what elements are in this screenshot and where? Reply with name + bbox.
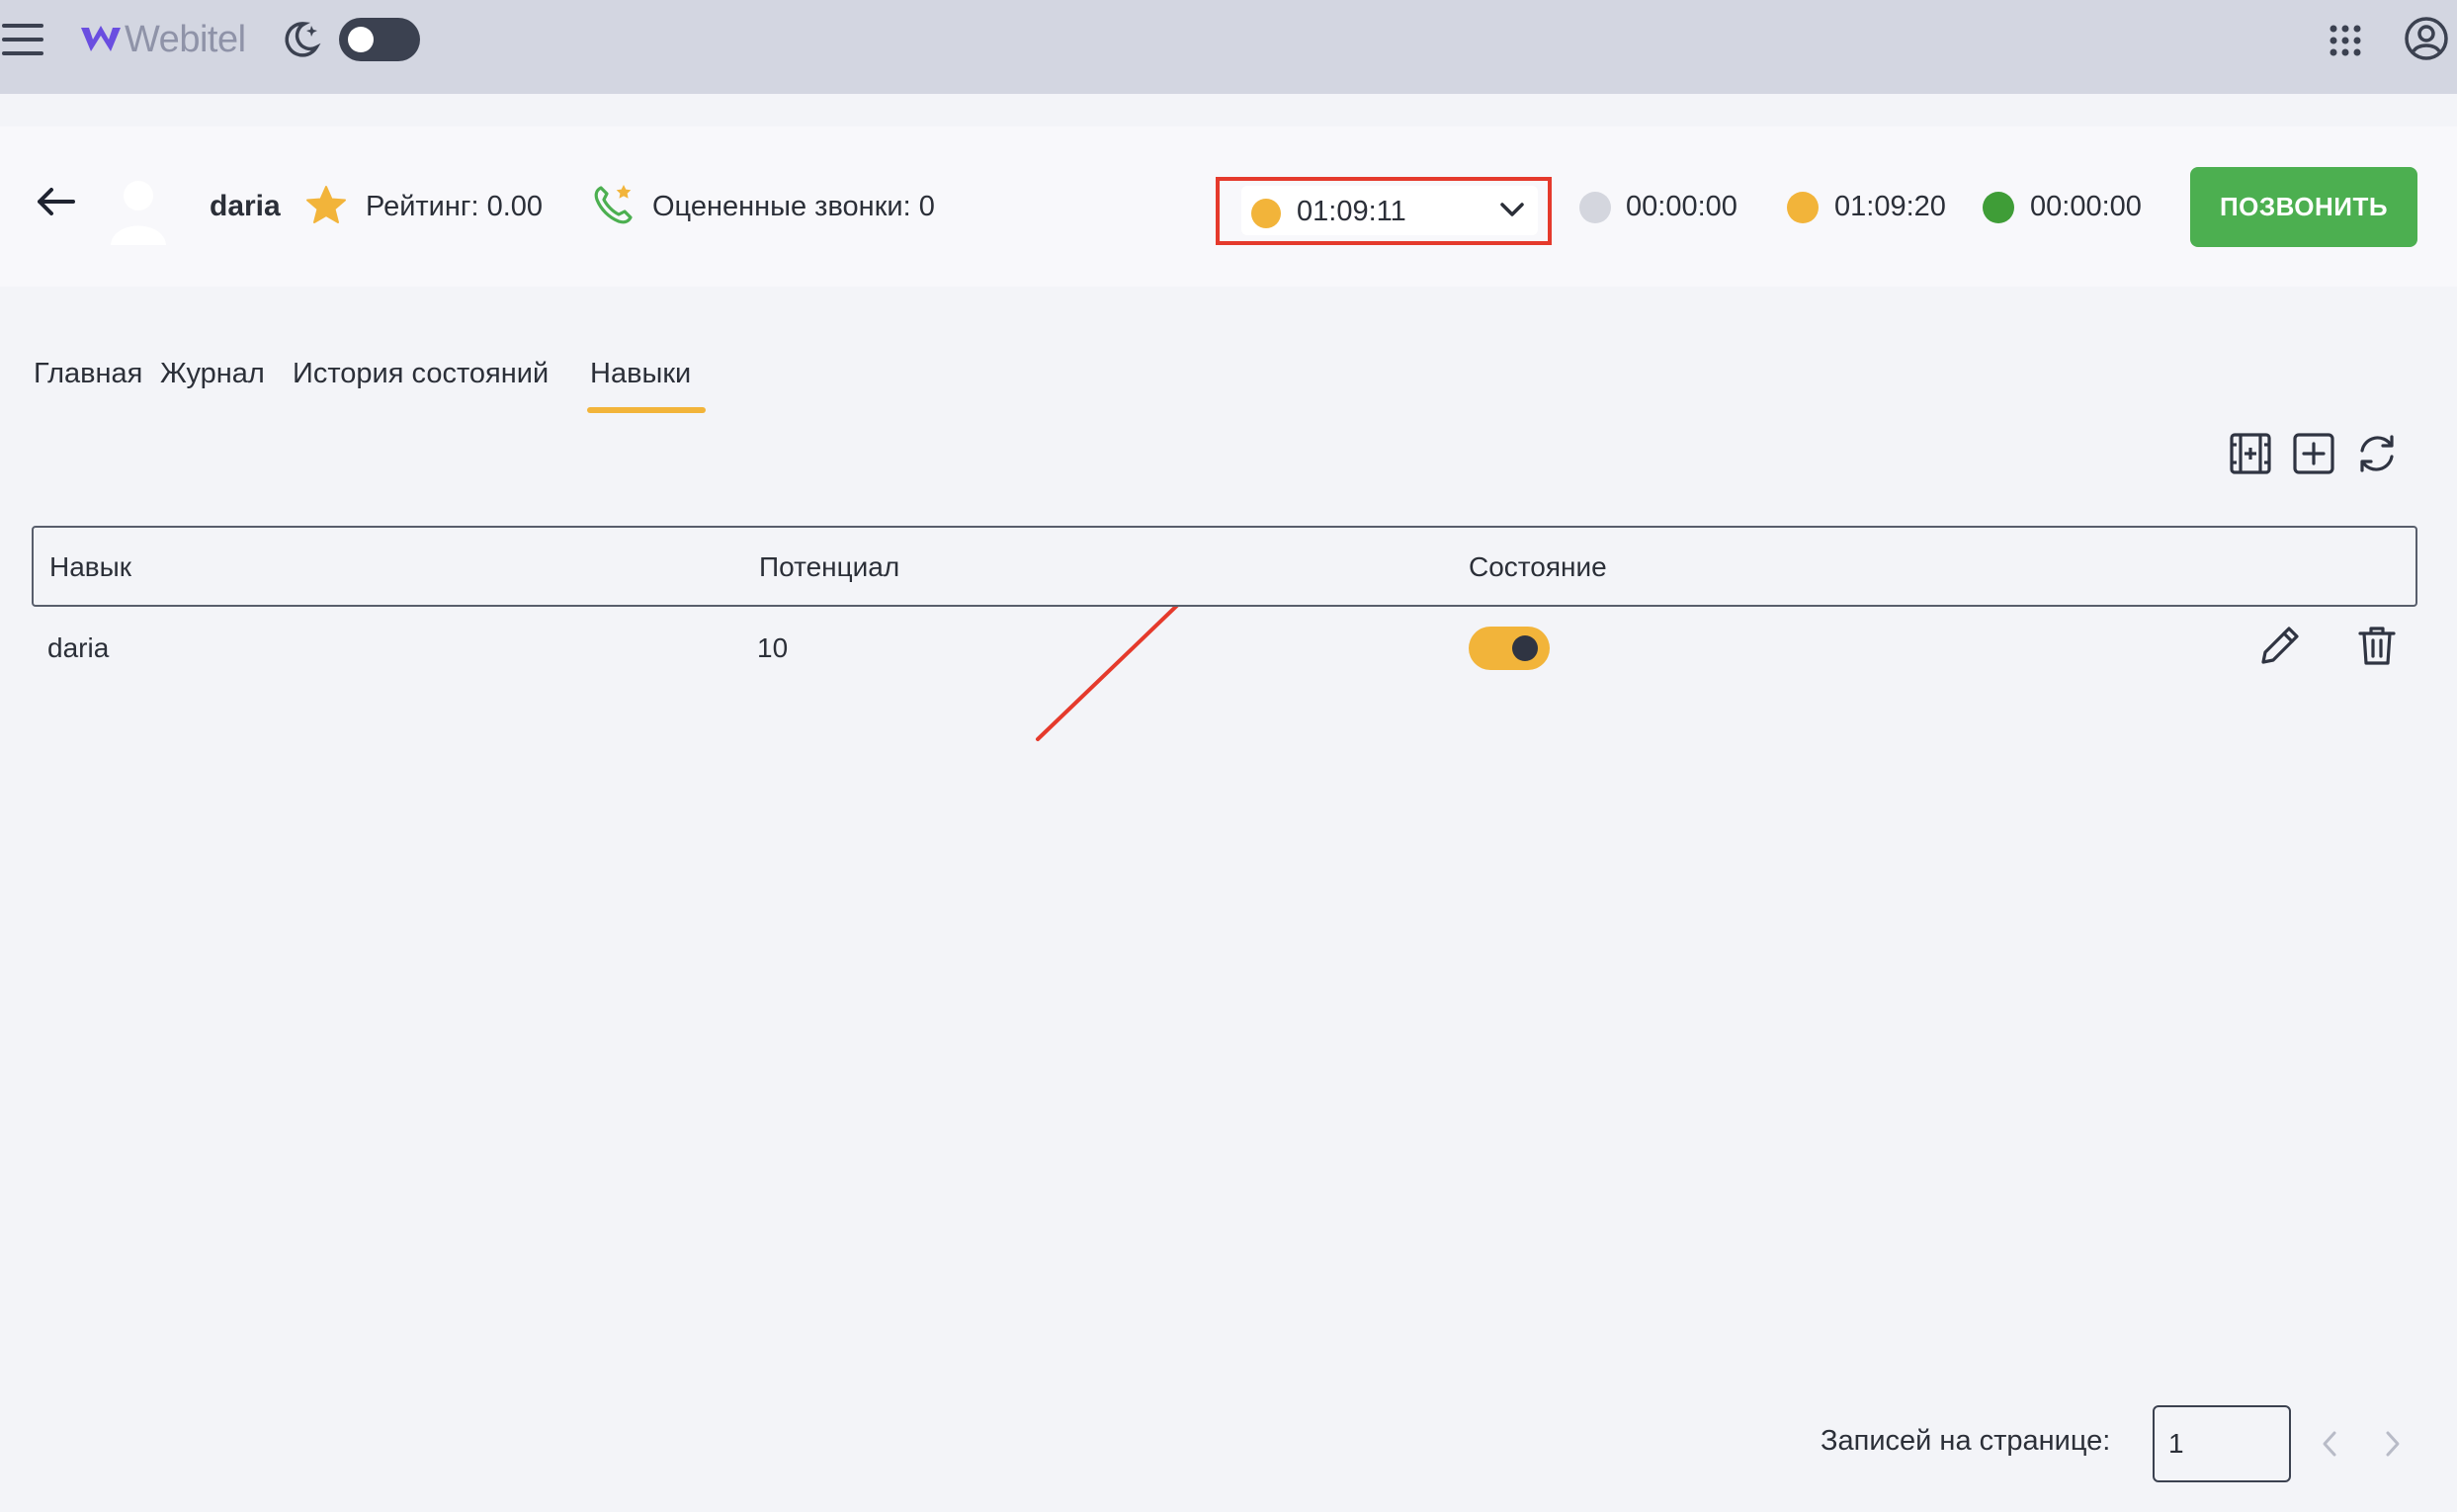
theme-toggle[interactable]	[339, 18, 420, 61]
agent-rating: Рейтинг: 0.00	[366, 191, 544, 222]
column-header-state[interactable]: Состояние	[1469, 551, 1607, 583]
table-header: Навык Потенциал Состояние	[32, 526, 2417, 607]
top-bar: Webitel	[0, 0, 2457, 94]
back-arrow-icon[interactable]	[36, 186, 75, 217]
chevron-down-icon	[1500, 203, 1524, 216]
agent-name: daria	[210, 190, 281, 222]
rated-calls: Оцененные звонки: 0	[652, 191, 935, 222]
status-select[interactable]: 01:09:11	[1241, 186, 1538, 235]
logo-text: Webitel	[125, 18, 246, 60]
rated-calls-phone-icon	[594, 185, 633, 224]
status-time: 01:09:11	[1297, 196, 1406, 227]
table-row: daria 10	[32, 609, 2417, 690]
call-button[interactable]: ПОЗВОНИТЬ	[2190, 167, 2417, 247]
timer-online: 00:00:00	[2030, 191, 2142, 222]
refresh-icon[interactable]	[2354, 431, 2400, 476]
timer-dot-pause	[1787, 192, 1819, 223]
per-page-label: Записей на странице:	[1821, 1425, 2111, 1457]
status-dot	[1251, 199, 1281, 228]
agent-header: daria Рейтинг: 0.00 Оцененные звонки: 0 …	[0, 126, 2457, 287]
avatar	[111, 181, 166, 245]
apps-grid-icon[interactable]	[2329, 24, 2362, 57]
delete-trash-icon[interactable]	[2354, 623, 2400, 668]
timer-dot-offline	[1579, 192, 1611, 223]
logo[interactable]: Webitel	[79, 18, 246, 61]
tab-skills[interactable]: Навыки	[590, 358, 691, 390]
column-header-potential[interactable]: Потенциал	[759, 551, 899, 583]
edit-pencil-icon[interactable]	[2257, 623, 2303, 668]
column-settings-icon[interactable]	[2228, 431, 2273, 476]
skill-state-toggle[interactable]	[1469, 627, 1550, 670]
menu-icon[interactable]	[2, 20, 43, 59]
per-page-input[interactable]	[2153, 1405, 2291, 1482]
star-icon	[306, 186, 346, 223]
active-tab-indicator	[587, 407, 706, 413]
cell-potential: 10	[757, 632, 789, 663]
theme-toggle-knob	[348, 27, 374, 52]
column-header-skill[interactable]: Навык	[49, 551, 131, 583]
timer-dot-online	[1983, 192, 2014, 223]
tab-status-history[interactable]: История состояний	[293, 358, 549, 390]
main-panel: Главная Журнал История состояний Навыки	[0, 318, 2457, 1512]
account-icon[interactable]	[2404, 16, 2449, 61]
timer-pause: 01:09:20	[1834, 191, 1946, 222]
cell-skill: daria	[47, 632, 110, 663]
add-icon[interactable]	[2291, 431, 2336, 476]
tab-main[interactable]: Главная	[34, 358, 142, 390]
tab-journal[interactable]: Журнал	[160, 358, 265, 390]
timer-offline: 00:00:00	[1626, 191, 1737, 222]
skill-state-toggle-knob	[1512, 635, 1538, 661]
dark-mode-moon-icon	[285, 22, 321, 57]
webitel-logo-icon	[81, 26, 121, 51]
prev-page-chevron-icon[interactable]	[2317, 1429, 2344, 1459]
next-page-chevron-icon[interactable]	[2378, 1429, 2406, 1459]
